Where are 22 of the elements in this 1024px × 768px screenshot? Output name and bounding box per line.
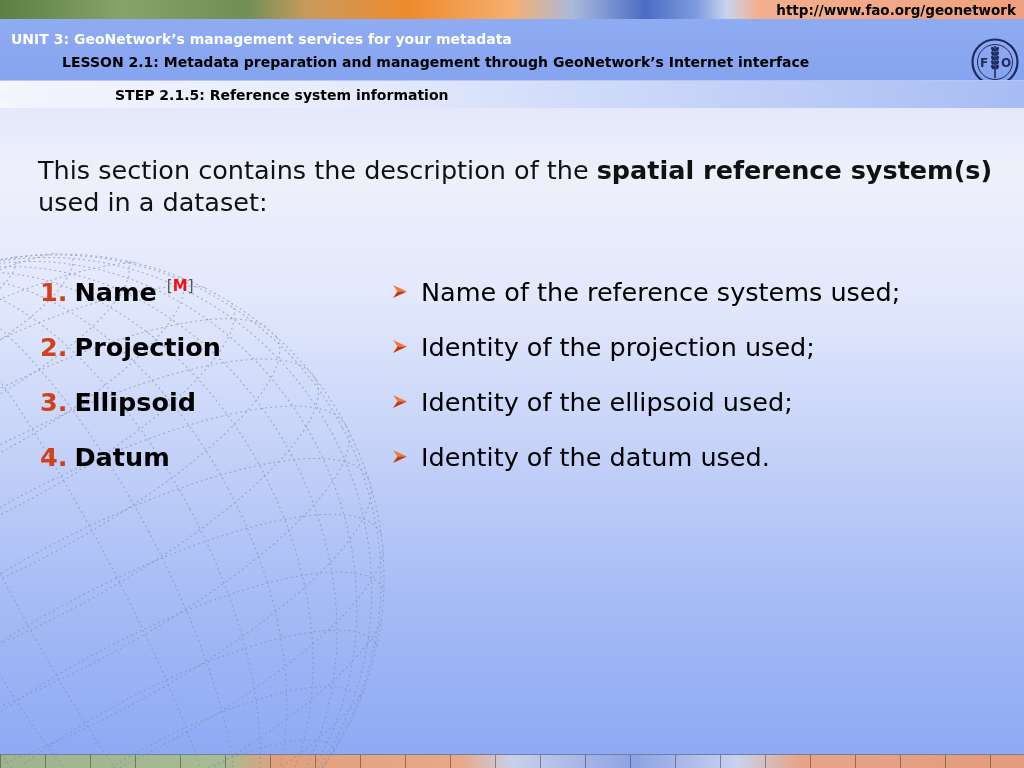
unit-title: UNIT 3: GeoNetwork’s management services for your metadata bbox=[11, 31, 512, 47]
arrowhead-icon bbox=[393, 450, 407, 463]
item-number: 1. bbox=[40, 276, 68, 307]
item-label: Projection bbox=[74, 331, 221, 362]
item-label: Name bbox=[74, 276, 157, 307]
step-title: STEP 2.1.5: Reference system information bbox=[115, 86, 449, 103]
arrowhead-icon bbox=[393, 395, 407, 408]
mandatory-mark: [M] bbox=[166, 277, 194, 294]
item-description: Identity of the datum used. bbox=[421, 441, 770, 472]
item-label: Datum bbox=[74, 441, 170, 472]
arrowhead-icon bbox=[393, 340, 407, 353]
item-description: Identity of the projection used; bbox=[421, 331, 815, 362]
arrowhead-icon bbox=[393, 285, 407, 298]
item-number: 3. bbox=[40, 386, 68, 417]
item-label: Ellipsoid bbox=[74, 386, 197, 417]
item-number: 4. bbox=[40, 441, 68, 472]
intro-text: This section contains the description of the spatial reference system(s) used in a dataset: bbox=[38, 154, 994, 218]
lesson-title: LESSON 2.1: Metadata preparation and management through GeoNetwork’s Internet interface bbox=[62, 54, 810, 70]
url-text: http://www.fao.org/geonetwork bbox=[776, 1, 1016, 18]
item-description: Identity of the ellipsoid used; bbox=[421, 386, 793, 417]
item-description: Name of the reference systems used; bbox=[421, 276, 901, 307]
item-number: 2. bbox=[40, 331, 68, 362]
